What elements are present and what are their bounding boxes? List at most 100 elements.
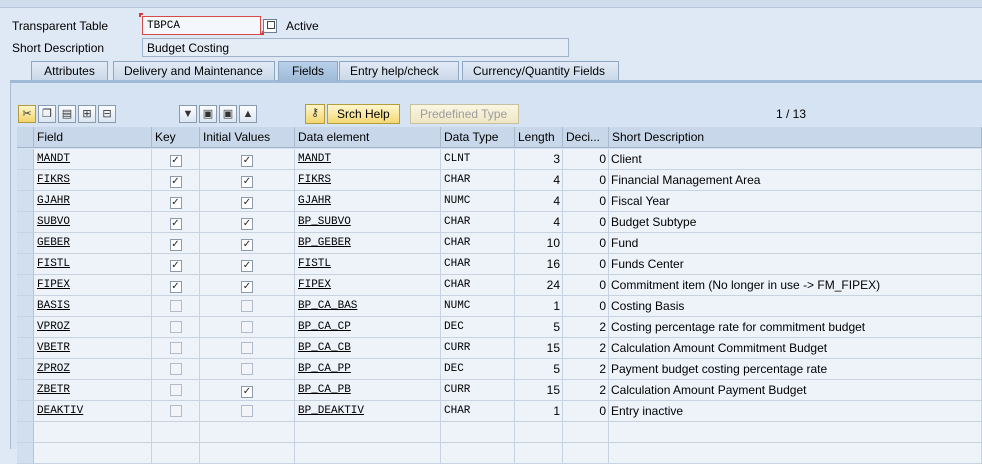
short-description-cell[interactable]: Funds Center <box>609 254 982 275</box>
insert-row-icon[interactable]: ⊞ <box>78 105 96 123</box>
initial-values-checkbox-cell[interactable] <box>200 338 295 359</box>
display-object-list-icon[interactable] <box>263 19 277 33</box>
key-checkbox[interactable]: ✓ <box>169 260 182 272</box>
table-row[interactable]: SUBVO ✓ ✓ BP_SUBVO CHAR 4 0 Budget Subtype <box>17 212 982 233</box>
data-element-cell[interactable]: FIKRS <box>295 170 441 191</box>
data-element-cell[interactable]: BP_CA_CP <box>295 317 441 338</box>
field-name-cell[interactable]: GJAHR <box>34 191 152 212</box>
decimals-cell[interactable]: 2 <box>563 338 609 359</box>
key-checkbox-cell[interactable]: ✓ <box>152 149 200 170</box>
length-cell[interactable] <box>515 422 563 443</box>
initial-values-checkbox-cell[interactable]: ✓ <box>200 149 295 170</box>
initial-values-checkbox[interactable] <box>241 342 253 354</box>
data-type-cell[interactable]: DEC <box>441 359 515 380</box>
data-element-cell[interactable]: BP_CA_BAS <box>295 296 441 317</box>
column-header-field[interactable]: Field <box>34 127 152 148</box>
length-cell[interactable]: 1 <box>515 401 563 422</box>
initial-values-checkbox-cell[interactable]: ✓ <box>200 170 295 191</box>
key-checkbox-cell[interactable]: ✓ <box>152 191 200 212</box>
tab-fields[interactable]: Fields <box>278 61 338 81</box>
table-row[interactable]: BASIS BP_CA_BAS NUMC 1 0 Costing Basis <box>17 296 982 317</box>
short-description-cell[interactable] <box>609 443 982 464</box>
data-element-cell[interactable]: MANDT <box>295 149 441 170</box>
cut-icon[interactable]: ✂ <box>18 105 36 123</box>
key-checkbox[interactable] <box>169 363 182 375</box>
initial-values-checkbox-cell[interactable]: ✓ <box>200 212 295 233</box>
column-header-data-element[interactable]: Data element <box>295 127 441 148</box>
initial-values-checkbox[interactable]: ✓ <box>241 281 253 293</box>
column-header-short-description[interactable]: Short Description <box>609 127 982 148</box>
key-checkbox-cell[interactable]: ✓ <box>152 254 200 275</box>
data-type-cell[interactable]: CURR <box>441 338 515 359</box>
key-checkbox[interactable]: ✓ <box>169 218 182 230</box>
data-type-cell[interactable]: DEC <box>441 317 515 338</box>
field-name-cell[interactable]: ZBETR <box>34 380 152 401</box>
length-cell[interactable]: 5 <box>515 317 563 338</box>
column-header-initial-values[interactable]: Initial Values <box>200 127 295 148</box>
table-row[interactable]: DEAKTIV BP_DEAKTIV CHAR 1 0 Entry inactive <box>17 401 982 422</box>
initial-values-checkbox-cell[interactable] <box>200 359 295 380</box>
field-name-cell[interactable]: FIPEX <box>34 275 152 296</box>
length-cell[interactable]: 4 <box>515 191 563 212</box>
initial-values-checkbox[interactable] <box>241 300 253 312</box>
row-selector[interactable] <box>17 254 34 275</box>
initial-values-checkbox-cell[interactable]: ✓ <box>200 191 295 212</box>
initial-values-checkbox-cell[interactable] <box>200 401 295 422</box>
data-type-cell[interactable]: CURR <box>441 380 515 401</box>
short-description-cell[interactable]: Calculation Amount Payment Budget <box>609 380 982 401</box>
row-selector[interactable] <box>17 191 34 212</box>
key-checkbox-cell[interactable] <box>152 317 200 338</box>
initial-values-checkbox-cell[interactable]: ✓ <box>200 380 295 401</box>
data-type-cell[interactable]: CLNT <box>441 149 515 170</box>
initial-values-checkbox[interactable]: ✓ <box>241 176 253 188</box>
row-selector[interactable] <box>17 401 34 422</box>
row-selector[interactable] <box>17 317 34 338</box>
decimals-cell[interactable] <box>563 422 609 443</box>
row-selector[interactable] <box>17 170 34 191</box>
key-checkbox[interactable]: ✓ <box>169 239 182 251</box>
column-header-length[interactable]: Length <box>515 127 563 148</box>
decimals-cell[interactable]: 2 <box>563 380 609 401</box>
data-element-cell[interactable]: BP_CA_PP <box>295 359 441 380</box>
key-checkbox-cell[interactable] <box>152 422 200 443</box>
short-description-cell[interactable]: Budget Subtype <box>609 212 982 233</box>
key-checkbox[interactable] <box>169 321 182 333</box>
key-checkbox-cell[interactable] <box>152 338 200 359</box>
data-type-cell[interactable] <box>441 443 515 464</box>
initial-values-checkbox[interactable] <box>241 405 253 417</box>
tab-currency-quantity-fields[interactable]: Currency/Quantity Fields <box>462 61 619 81</box>
row-selector[interactable] <box>17 338 34 359</box>
short-description-field[interactable]: Budget Costing <box>142 38 569 57</box>
paste-icon[interactable]: ▤ <box>58 105 76 123</box>
data-type-cell[interactable]: NUMC <box>441 191 515 212</box>
initial-values-checkbox[interactable]: ✓ <box>241 197 253 209</box>
key-checkbox[interactable] <box>169 300 182 312</box>
initial-values-checkbox[interactable]: ✓ <box>241 239 253 251</box>
field-name-cell[interactable]: MANDT <box>34 149 152 170</box>
short-description-cell[interactable]: Calculation Amount Commitment Budget <box>609 338 982 359</box>
column-header-decimals[interactable]: Deci... <box>563 127 609 148</box>
initial-values-checkbox-cell[interactable]: ✓ <box>200 254 295 275</box>
data-type-cell[interactable]: CHAR <box>441 275 515 296</box>
field-name-cell[interactable]: GEBER <box>34 233 152 254</box>
initial-values-checkbox[interactable]: ✓ <box>241 260 253 272</box>
sort-up-icon[interactable]: ▲ <box>239 105 257 123</box>
tab-delivery-maintenance[interactable]: Delivery and Maintenance <box>113 61 275 81</box>
length-cell[interactable]: 3 <box>515 149 563 170</box>
key-checkbox-cell[interactable]: ✓ <box>152 212 200 233</box>
data-type-cell[interactable]: CHAR <box>441 254 515 275</box>
table-row[interactable]: ZBETR ✓ BP_CA_PB CURR 15 2 Calculation Amount … <box>17 380 982 401</box>
row-selector[interactable] <box>17 212 34 233</box>
short-description-cell[interactable]: Payment budget costing percentage rate <box>609 359 982 380</box>
decimals-cell[interactable]: 0 <box>563 233 609 254</box>
table-row[interactable]: FIPEX ✓ ✓ FIPEX CHAR 24 0 Commitment item (No l… <box>17 275 982 296</box>
short-description-cell[interactable]: Commitment item (No longer in use -> FM_… <box>609 275 982 296</box>
field-name-cell[interactable]: BASIS <box>34 296 152 317</box>
data-element-cell[interactable]: BP_GEBER <box>295 233 441 254</box>
initial-values-checkbox[interactable]: ✓ <box>241 155 253 167</box>
data-element-cell[interactable]: FIPEX <box>295 275 441 296</box>
key-checkbox-cell[interactable]: ✓ <box>152 170 200 191</box>
data-element-cell[interactable]: BP_DEAKTIV <box>295 401 441 422</box>
data-element-cell[interactable] <box>295 443 441 464</box>
key-checkbox[interactable] <box>169 405 182 417</box>
